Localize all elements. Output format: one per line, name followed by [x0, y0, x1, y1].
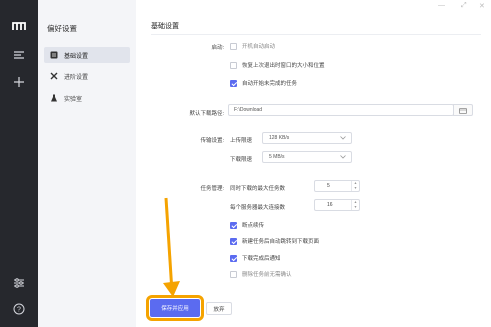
checkbox[interactable]	[230, 79, 237, 87]
help-icon[interactable]: ?	[11, 301, 27, 317]
folder-icon	[459, 101, 467, 119]
flask-icon	[50, 94, 58, 102]
download-path-label: 默认下载路径:	[189, 111, 224, 117]
sidebar-item-basic[interactable]: 基础设置	[44, 47, 130, 63]
tools-icon	[50, 72, 58, 80]
decrement-icon[interactable]: ▼	[352, 186, 359, 191]
startup-label: 启动:	[211, 45, 224, 51]
stepper-controls: ▲ ▼	[351, 181, 359, 191]
max-connections-stepper[interactable]: 16 ▲ ▼	[314, 199, 360, 211]
sidebar-item-label: 进阶设置	[64, 74, 89, 81]
option-label: 开机自动启动	[242, 44, 276, 50]
option-label: 断点续传	[242, 223, 265, 229]
sidebar-item-advanced[interactable]: 进阶设置	[44, 68, 130, 84]
save-apply-button[interactable]: 保存并应用	[146, 295, 204, 321]
checkbox[interactable]	[230, 270, 237, 278]
max-tasks-value: 5	[327, 183, 330, 189]
download-path-value: F:\Download	[234, 107, 263, 113]
discard-button[interactable]: 放弃	[206, 302, 232, 315]
option-label: 新建任务后自动跳转到下载页面	[242, 239, 320, 245]
maximize-icon[interactable]: ⤢	[461, 2, 467, 10]
checkbox[interactable]	[230, 237, 237, 245]
no-delete-confirm-option[interactable]: 删除任务前无需确认	[230, 270, 292, 278]
checkbox[interactable]	[230, 61, 237, 69]
download-limit-value: 5 MB/s	[269, 154, 285, 160]
transfer-label: 传输设置:	[200, 138, 224, 144]
checkbox[interactable]	[230, 221, 237, 229]
checkbox[interactable]	[230, 42, 237, 50]
sidebar-item-label: 基础设置	[64, 53, 89, 60]
download-limit-select[interactable]: 5 MB/s	[262, 151, 352, 163]
auto-jump-option[interactable]: 新建任务后自动跳转到下载页面	[230, 237, 319, 245]
grid-icon	[50, 51, 58, 59]
sliders-icon[interactable]	[11, 275, 27, 291]
close-icon[interactable]: ✕	[479, 2, 485, 10]
startup-restore-window-option[interactable]: 恢复上次退出时窗口的大小和位置	[230, 61, 325, 69]
menu-icon[interactable]	[11, 47, 27, 63]
plus-icon[interactable]	[11, 74, 27, 90]
page-title: 基础设置	[151, 23, 179, 30]
minimize-icon[interactable]: —	[438, 2, 445, 9]
checkbox[interactable]	[230, 254, 237, 262]
upload-limit-value: 128 KB/s	[269, 135, 290, 141]
title-divider	[151, 34, 481, 35]
sidebar-item-label: 实验室	[64, 96, 83, 103]
decrement-icon[interactable]: ▼	[352, 205, 359, 210]
download-path-input[interactable]: F:\Download	[228, 104, 454, 116]
startup-resume-tasks-option[interactable]: 自动开始未完成的任务	[230, 79, 297, 87]
chevron-down-icon	[340, 136, 346, 142]
logo-icon[interactable]	[11, 18, 27, 34]
startup-autostart-option[interactable]: 开机自动启动	[230, 42, 275, 50]
icon-rail: ?	[0, 0, 38, 327]
sidebar-item-lab[interactable]: 实验室	[44, 90, 130, 106]
sidebar-title: 偏好设置	[47, 24, 77, 33]
upload-limit-select[interactable]: 128 KB/s	[262, 132, 352, 144]
svg-text:?: ?	[17, 307, 21, 314]
max-tasks-label: 同时下载的最大任务数	[230, 186, 286, 192]
max-connections-value: 16	[327, 202, 333, 208]
max-connections-label: 每个服务器最大连接数	[230, 205, 286, 211]
chevron-down-icon	[340, 155, 346, 161]
download-limit-label: 下载限速	[230, 157, 253, 163]
browse-folder-button[interactable]	[453, 104, 473, 116]
notify-complete-option[interactable]: 下载完成后通知	[230, 254, 281, 262]
settings-sidebar: 偏好设置 基础设置 进阶设置 实验室	[38, 0, 136, 327]
max-tasks-stepper[interactable]: 5 ▲ ▼	[314, 180, 360, 192]
app-window: ? 偏好设置 基础设置 进阶设置 实验室 — ⤢ ✕ 基础设置 启动: 开机自动…	[0, 0, 491, 327]
settings-panel: — ⤢ ✕ 基础设置 启动: 开机自动启动 恢复上次退出时窗口的大小和位置 自动…	[136, 0, 491, 327]
option-label: 自动开始未完成的任务	[242, 81, 298, 87]
option-label: 下载完成后通知	[242, 256, 281, 262]
option-label: 删除任务前无需确认	[242, 272, 292, 278]
resume-download-option[interactable]: 断点续传	[230, 221, 264, 229]
upload-limit-label: 上传限速	[230, 138, 253, 144]
option-label: 恢复上次退出时窗口的大小和位置	[242, 63, 325, 69]
stepper-controls: ▲ ▼	[351, 200, 359, 210]
task-management-label: 任务管理:	[200, 186, 224, 192]
